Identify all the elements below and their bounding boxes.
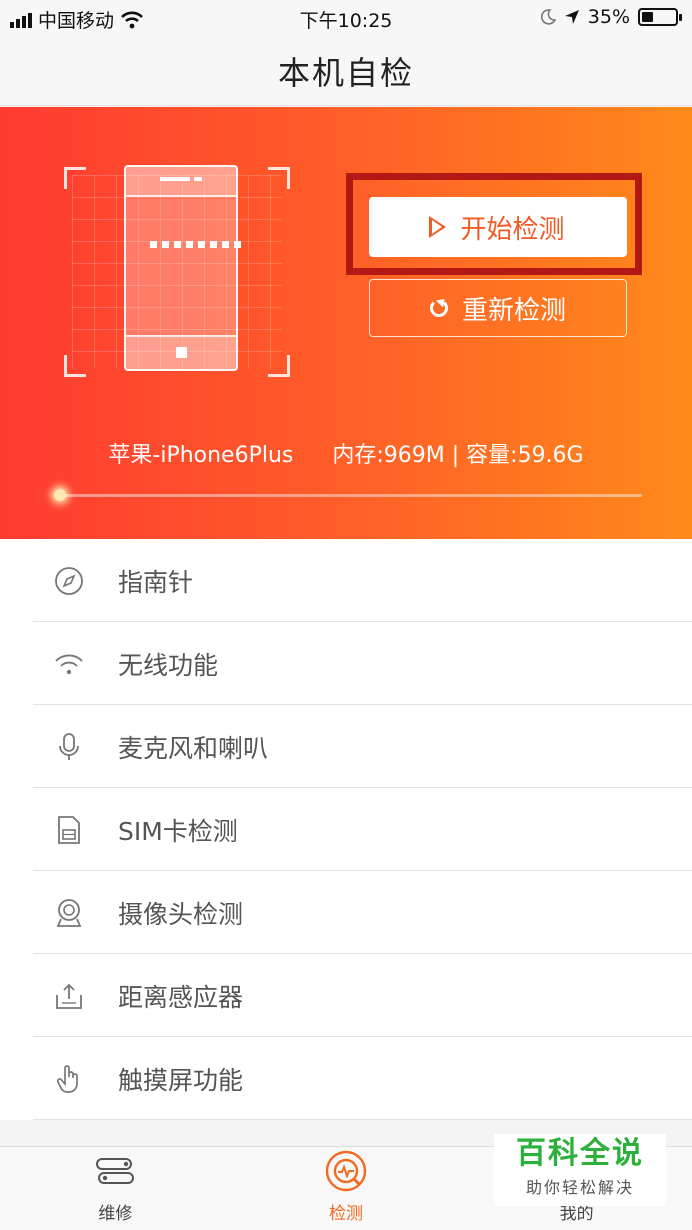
compass-icon: [54, 566, 84, 596]
tab-repair[interactable]: 维修: [0, 1147, 231, 1230]
detection-hero: 开始检测 重新检测 苹果-iPhone6Plus 内存:969M | 容量:59…: [0, 107, 692, 539]
refresh-icon: [429, 299, 448, 317]
page-title: 本机自检: [277, 54, 414, 92]
list-item-label: 无线功能: [118, 650, 219, 680]
retest-label: 重新检测: [461, 295, 566, 326]
detect-icon: [324, 1149, 368, 1193]
sim-card-icon: [54, 815, 84, 845]
repair-tools-icon: [93, 1149, 137, 1193]
proximity-sensor-icon: [54, 981, 84, 1011]
tab-label: 检测: [329, 1204, 363, 1224]
watermark-main: 百科全说: [516, 1136, 644, 1171]
watermark-logo: 百科全说 助你轻松解决: [494, 1134, 666, 1206]
watermark-sub: 助你轻松解决: [525, 1178, 634, 1197]
location-arrow-icon: [564, 10, 579, 24]
start-detection-label: 开始检测: [460, 214, 565, 245]
list-item-label: 指南针: [118, 567, 194, 597]
microphone-icon: [54, 732, 84, 762]
tab-detect[interactable]: 检测: [231, 1147, 462, 1230]
phone-icon: [124, 165, 241, 371]
list-item-wireless[interactable]: 无线功能: [0, 622, 692, 705]
list-item-camera[interactable]: 摄像头检测: [0, 871, 692, 954]
wifi-icon: [54, 649, 84, 679]
status-bar: 中国移动 下午10:25 35%: [0, 0, 692, 36]
list-item-label: 摄像头检测: [118, 899, 244, 929]
list-item-label: 触摸屏功能: [118, 1065, 244, 1095]
list-item-microphone[interactable]: 麦克风和喇叭: [0, 705, 692, 788]
list-item-label: 麦克风和喇叭: [118, 733, 269, 763]
detection-items-list: 指南针 无线功能 麦克风和喇叭 SIM卡检测 摄像头检测 距离感应器 触摸屏功能: [0, 539, 692, 1120]
list-item-proximity[interactable]: 距离感应器: [0, 954, 692, 1037]
battery-percent: 35%: [587, 6, 630, 28]
device-name: 苹果-iPhone6Plus: [108, 443, 294, 468]
list-item-sim[interactable]: SIM卡检测: [0, 788, 692, 871]
phone-scan-illustration: [62, 165, 292, 377]
battery-icon: [638, 8, 682, 26]
detection-progress-bar: [54, 489, 642, 501]
list-item-label: SIM卡检测: [118, 816, 238, 846]
play-icon: [429, 216, 447, 238]
progress-indicator: [54, 489, 66, 501]
retest-button[interactable]: 重新检测: [369, 279, 627, 337]
touch-hand-icon: [54, 1064, 84, 1094]
moon-icon: [540, 9, 556, 25]
list-item-label: 距离感应器: [118, 982, 244, 1012]
camera-icon: [54, 898, 84, 928]
device-info: 苹果-iPhone6Plus 内存:969M | 容量:59.6G: [0, 437, 692, 469]
device-specs: 内存:969M | 容量:59.6G: [332, 443, 584, 468]
nav-bar: 本机自检: [0, 36, 692, 106]
start-detection-button[interactable]: 开始检测: [369, 197, 627, 257]
tab-label: 维修: [98, 1204, 133, 1224]
list-item-touchscreen[interactable]: 触摸屏功能: [0, 1037, 692, 1120]
status-right: 35%: [540, 6, 682, 28]
list-item-compass[interactable]: 指南针: [0, 539, 692, 622]
